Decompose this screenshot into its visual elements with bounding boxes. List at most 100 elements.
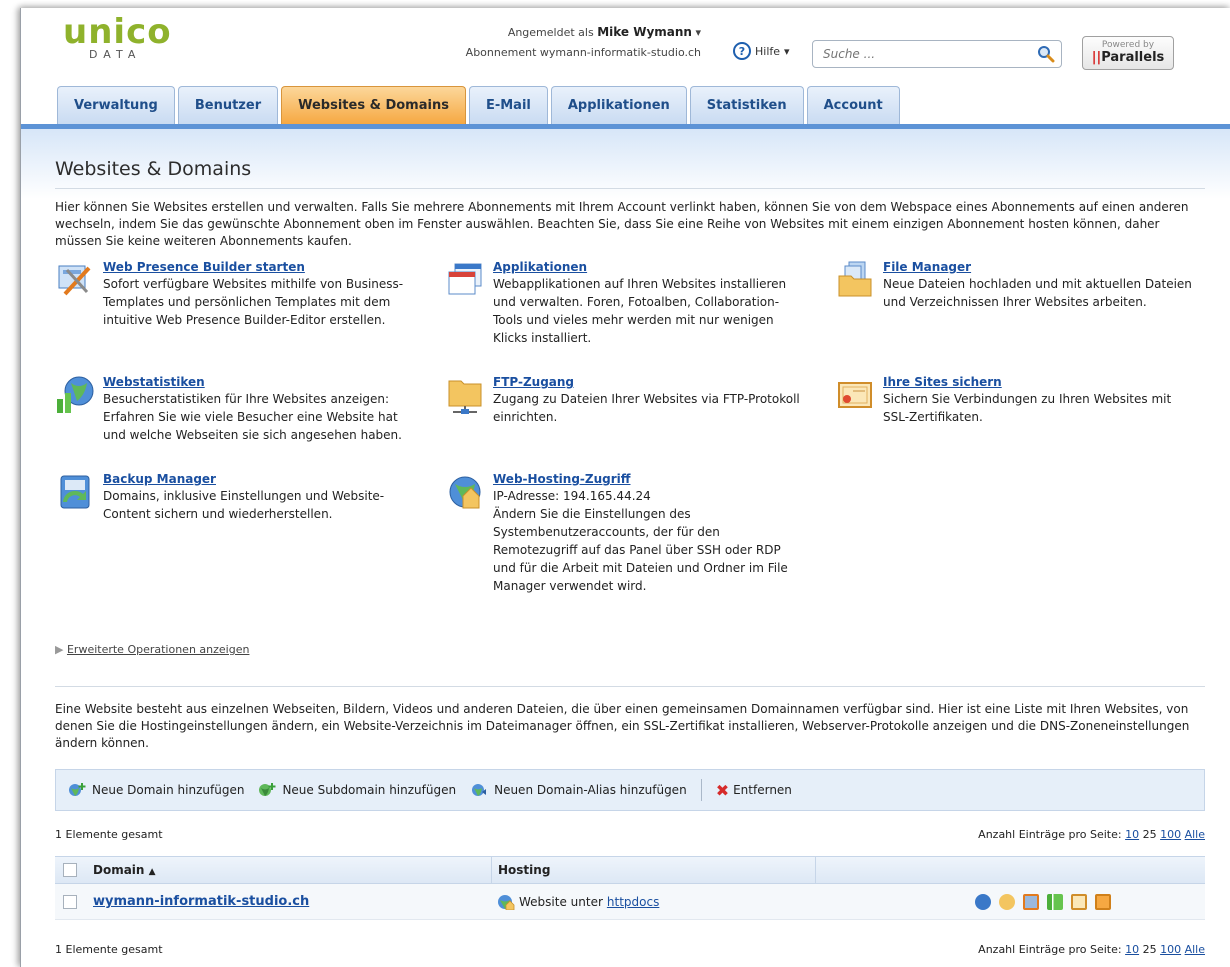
table-row: wymann-informatik-studio.ch Website unte… <box>55 884 1205 920</box>
tab-benutzer[interactable]: Benutzer <box>177 86 279 124</box>
applications-icon[interactable] <box>445 260 485 300</box>
logged-in-prefix: Angemeldet als <box>507 26 594 39</box>
per-page-all[interactable]: Alle <box>1185 828 1205 841</box>
search-input[interactable] <box>813 41 1023 67</box>
page-title: Websites & Domains <box>55 158 1205 189</box>
tab-applikationen[interactable]: Applikationen <box>550 86 687 124</box>
tool-link-hosting-access[interactable]: Web-Hosting-Zugriff <box>493 472 805 486</box>
per-page-10[interactable]: 10 <box>1125 828 1139 841</box>
hosting-icon <box>498 894 515 910</box>
per-page-100[interactable]: 100 <box>1160 943 1181 956</box>
per-page-label: Anzahl Einträge pro Seite: <box>978 828 1122 841</box>
triangle-right-icon: ▶ <box>55 643 64 656</box>
domain-toolbar: Neue Domain hinzufügen Neue Subdomain hi… <box>55 769 1205 811</box>
add-subdomain-button[interactable]: Neue Subdomain hinzufügen <box>258 782 456 798</box>
sort-asc-icon: ▲ <box>148 867 156 877</box>
tool-link-backup[interactable]: Backup Manager <box>103 472 415 486</box>
powered-brand: Parallels <box>1101 50 1165 65</box>
tool-link-ftp[interactable]: FTP-Zugang <box>493 375 805 389</box>
column-domain[interactable]: Domain ▲ <box>93 863 491 877</box>
column-actions <box>815 857 1205 883</box>
row-actions <box>975 893 1111 910</box>
stats-icon[interactable] <box>1047 893 1063 910</box>
subscription-label[interactable]: Abonnement wymann-informatik-studio.ch <box>421 43 701 63</box>
open-site-icon[interactable] <box>975 893 991 910</box>
column-hosting[interactable]: Hosting <box>491 857 815 883</box>
tool-desc-ftp: Zugang zu Dateien Ihrer Websites via FTP… <box>493 392 800 424</box>
tool-web-presence-builder: Web Presence Builder starten Sofort verf… <box>55 260 415 329</box>
tool-file-manager: File Manager Neue Dateien hochladen und … <box>835 260 1195 311</box>
ftp-icon[interactable] <box>445 375 485 415</box>
advanced-operations[interactable]: ▶ Erweiterte Operationen anzeigen <box>55 643 249 656</box>
tab-account[interactable]: Account <box>806 86 900 124</box>
remove-label: Entfernen <box>733 783 792 797</box>
hosting-cell: Website unter httpdocs <box>491 884 815 919</box>
section-divider <box>55 686 1205 687</box>
tab-statistiken[interactable]: Statistiken <box>689 86 804 124</box>
hosting-link[interactable]: httpdocs <box>607 895 659 909</box>
add-domain-button[interactable]: Neue Domain hinzufügen <box>68 782 244 798</box>
tool-link-applications[interactable]: Applikationen <box>493 260 805 274</box>
file-manager-icon[interactable] <box>999 893 1015 910</box>
parallels-logo-icon: || <box>1091 50 1102 65</box>
per-page-control: Anzahl Einträge pro Seite: 10 25 100 All… <box>978 943 1205 956</box>
tab-email[interactable]: E-Mail <box>468 86 548 124</box>
hosting-prefix: Website unter <box>519 894 603 909</box>
tools-grid: Web Presence Builder starten Sofort verf… <box>55 260 1205 630</box>
file-manager-icon[interactable] <box>835 260 875 300</box>
tool-link-file-manager[interactable]: File Manager <box>883 260 1195 274</box>
add-alias-label: Neuen Domain-Alias hinzufügen <box>494 783 687 797</box>
hosting-icon[interactable] <box>445 472 485 512</box>
domain-link[interactable]: wymann-informatik-studio.ch <box>93 894 309 909</box>
help-icon: ? <box>733 42 751 60</box>
tool-desc-ssl: Sichern Sie Verbindungen zu Ihren Websit… <box>883 392 1172 424</box>
per-page-all[interactable]: Alle <box>1185 943 1205 956</box>
web-stats-icon[interactable] <box>55 375 95 415</box>
tab-verwaltung[interactable]: Verwaltung <box>57 86 175 124</box>
chevron-down-icon[interactable]: ▾ <box>695 26 701 39</box>
remove-button[interactable]: ✖ Entfernen <box>716 781 792 800</box>
user-menu[interactable]: Mike Wymann <box>597 25 692 39</box>
tool-link-ssl[interactable]: Ihre Sites sichern <box>883 375 1195 389</box>
tool-desc-web-stats: Besucherstatistiken für Ihre Websites an… <box>103 392 402 442</box>
select-all-checkbox[interactable] <box>63 863 77 877</box>
domains-table: Domain ▲ Hosting wymann-informatik-studi… <box>55 856 1205 920</box>
main-tabs: Verwaltung Benutzer Websites & Domains E… <box>57 86 900 124</box>
sites-description: Eine Website besteht aus einzelnen Webse… <box>55 702 1190 750</box>
certificate-icon[interactable] <box>835 375 875 415</box>
powered-by-badge[interactable]: Powered by ||Parallels <box>1082 36 1174 70</box>
chevron-down-icon: ▾ <box>784 44 790 58</box>
logo[interactable]: unico DATA <box>63 12 172 61</box>
panel-window: unico DATA Angemeldet als Mike Wymann ▾ … <box>20 8 1230 967</box>
per-page-10[interactable]: 10 <box>1125 943 1139 956</box>
add-domain-label: Neue Domain hinzufügen <box>92 783 245 797</box>
column-domain-label: Domain <box>93 863 145 877</box>
certificate-icon[interactable] <box>1071 893 1087 910</box>
column-hosting-label: Hosting <box>498 863 551 877</box>
tool-desc-backup: Domains, inklusive Einstellungen und Web… <box>103 489 385 521</box>
tool-hosting-access: Web-Hosting-Zugriff IP-Adresse: 194.165.… <box>445 472 805 595</box>
header: unico DATA Angemeldet als Mike Wymann ▾ … <box>21 8 1230 124</box>
help-menu[interactable]: ? Hilfe ▾ <box>733 42 790 60</box>
row-checkbox[interactable] <box>63 894 77 909</box>
tool-link-web-stats[interactable]: Webstatistiken <box>103 375 415 389</box>
tab-websites-domains[interactable]: Websites & Domains <box>281 86 466 124</box>
logo-word: unico <box>63 12 172 52</box>
per-page-25: 25 <box>1142 943 1157 956</box>
user-info: Angemeldet als Mike Wymann ▾ Abonnement … <box>421 22 701 63</box>
tool-link-builder[interactable]: Web Presence Builder starten <box>103 260 415 274</box>
help-label: Hilfe <box>755 44 781 58</box>
main-content: Websites & Domains Hier können Sie Websi… <box>55 158 1205 956</box>
backup-icon[interactable] <box>55 472 95 512</box>
builder-icon[interactable] <box>1023 893 1039 910</box>
builder-icon[interactable] <box>55 260 95 300</box>
per-page-25: 25 <box>1142 828 1157 841</box>
per-page-100[interactable]: 100 <box>1160 828 1181 841</box>
tool-desc-hosting-access: IP-Adresse: 194.165.44.24 Ändern Sie die… <box>493 489 788 593</box>
add-subdomain-label: Neue Subdomain hinzufügen <box>282 783 457 797</box>
search-icon[interactable] <box>1037 45 1055 66</box>
dns-icon[interactable] <box>1095 893 1111 910</box>
search-box <box>812 40 1062 68</box>
add-alias-button[interactable]: Neuen Domain-Alias hinzufügen <box>470 782 687 798</box>
advanced-operations-link[interactable]: Erweiterte Operationen anzeigen <box>67 643 249 656</box>
